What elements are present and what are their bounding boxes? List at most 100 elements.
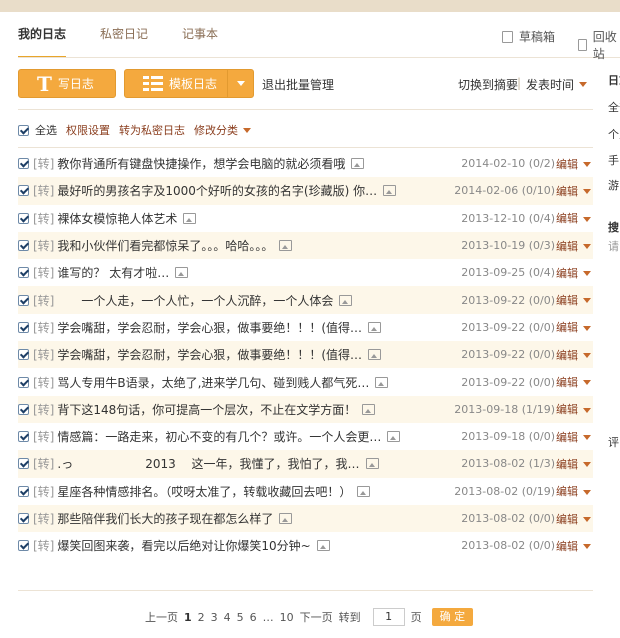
chevron-down-icon[interactable] <box>583 462 591 468</box>
tab-private-diary[interactable]: 私密日记 <box>100 12 148 58</box>
entry-title-link[interactable]: 我和小伙伴们看完都惊呆了。。。哈哈。。。 <box>57 237 273 254</box>
image-icon <box>375 376 389 388</box>
to-private-link[interactable]: 转为私密日志 <box>119 122 185 138</box>
page-1[interactable]: 1 <box>184 611 192 624</box>
entry-title-link[interactable]: 情感篇：一路走来，初心不变的有几个？或许。一个人会更… <box>57 428 381 445</box>
chevron-down-icon[interactable] <box>583 489 591 495</box>
edit-link[interactable]: 编辑 <box>556 483 578 499</box>
chevron-down-icon[interactable] <box>583 216 591 222</box>
entry-checkbox[interactable] <box>18 431 29 443</box>
edit-link[interactable]: 编辑 <box>556 210 578 226</box>
entry-checkbox[interactable] <box>18 158 29 170</box>
edit-link[interactable]: 编辑 <box>556 156 578 172</box>
image-icon <box>368 321 382 333</box>
page-number-input[interactable]: 1 <box>372 608 405 626</box>
entry-checkbox[interactable] <box>18 540 29 552</box>
sidebar-item-mobile[interactable]: 手 <box>608 152 620 168</box>
entry-title-link[interactable]: 谁写的？ 太有才啦… <box>57 264 169 281</box>
entry-checkbox[interactable] <box>18 267 29 279</box>
image-icon <box>279 240 293 252</box>
template-dropdown-toggle[interactable] <box>227 70 253 97</box>
entry-checkbox[interactable] <box>18 485 29 497</box>
exit-batch-manage-link[interactable]: 退出批量管理 <box>262 76 334 93</box>
edit-link[interactable]: 编辑 <box>556 456 578 472</box>
entry-title-link[interactable]: 星座各种情感排名。（哎呀太准了，转载收藏回去吧！） <box>57 483 351 500</box>
entry-checkbox[interactable] <box>18 185 29 197</box>
chevron-down-icon[interactable] <box>583 353 591 359</box>
page-4[interactable]: 4 <box>224 611 231 624</box>
image-icon <box>357 485 371 497</box>
recycle-bin-link[interactable]: 回收站 <box>578 28 620 62</box>
chevron-down-icon[interactable] <box>583 298 591 304</box>
chevron-down-icon[interactable] <box>583 162 591 167</box>
chevron-down-icon[interactable] <box>583 516 591 522</box>
tab-notebook[interactable]: 记事本 <box>182 12 218 58</box>
entry-title-link[interactable]: 学会嘴甜，学会忍耐，学会心狠，做事要绝！！！(值得… <box>57 346 362 363</box>
chevron-down-icon[interactable] <box>583 189 591 195</box>
page-3[interactable]: 3 <box>211 611 218 624</box>
edit-link[interactable]: 编辑 <box>556 511 578 527</box>
entry-checkbox[interactable] <box>18 403 29 415</box>
entry-checkbox[interactable] <box>18 321 29 333</box>
tab-my-blog[interactable]: 我的日志 <box>18 12 67 58</box>
chevron-down-icon[interactable] <box>583 271 591 277</box>
next-page-link[interactable]: 下一页 <box>300 609 333 625</box>
entry-checkbox[interactable] <box>18 349 29 361</box>
edit-link[interactable]: 编辑 <box>556 429 578 445</box>
entry-title-link[interactable]: 教你背通所有键盘快捷操作，想学会电脑的就必须看哦 <box>57 155 345 172</box>
template-blog-button[interactable]: 模板日志 <box>124 69 254 98</box>
entry-title-link[interactable]: 裸体女模惊艳人体艺术 <box>57 210 177 227</box>
edit-link[interactable]: 编辑 <box>556 292 578 308</box>
image-icon <box>362 403 376 415</box>
write-blog-button[interactable]: T 写日志 <box>18 69 116 98</box>
chevron-down-icon[interactable] <box>583 544 591 550</box>
chevron-down-icon[interactable] <box>583 243 591 249</box>
edit-link[interactable]: 编辑 <box>556 401 578 417</box>
entry-title-link[interactable]: 一个人走，一个人忙，一个人沉醉，一个人体会 <box>57 292 333 309</box>
entry-date: 2013-09-18 <box>454 402 519 416</box>
select-all-checkbox[interactable] <box>18 124 29 136</box>
chevron-down-icon[interactable] <box>583 325 591 331</box>
entry-title-link[interactable]: 背下这148句话，你可提高一个层次，不止在文学方面！ <box>57 401 356 418</box>
entry-meta: 2013-09-22 (0/0) <box>461 321 555 334</box>
entry-title-link[interactable]: 最好听的男孩名字及1000个好听的女孩的名字(珍藏版) 你… <box>57 182 377 199</box>
modify-category-link[interactable]: 修改分类 <box>194 122 238 138</box>
chevron-down-icon[interactable] <box>583 380 591 386</box>
entry-title-link[interactable]: 那些陪伴我们长大的孩子现在都怎么样了 <box>57 510 273 527</box>
entry-checkbox[interactable] <box>18 376 29 388</box>
edit-link[interactable]: 编辑 <box>556 319 578 335</box>
entry-checkbox[interactable] <box>18 294 29 306</box>
select-all-label[interactable]: 全选 <box>35 122 57 138</box>
switch-to-summary-link[interactable]: 切换到摘要 <box>458 76 518 93</box>
sidebar-item-personal[interactable]: 个人 <box>608 126 620 142</box>
page-10[interactable]: 10 <box>280 611 294 624</box>
permission-settings-link[interactable]: 权限设置 <box>66 122 110 138</box>
entry-title-link[interactable]: .っ 2013 这一年，我懂了，我怕了，我… <box>57 455 359 472</box>
entry-checkbox[interactable] <box>18 212 29 224</box>
sidebar-item-all[interactable]: 全部 <box>608 99 620 115</box>
chevron-down-icon[interactable] <box>583 434 591 440</box>
chevron-down-icon[interactable] <box>583 407 591 413</box>
entry-checkbox[interactable] <box>18 458 29 470</box>
prev-page-link[interactable]: 上一页 <box>145 609 178 625</box>
sidebar-item-game[interactable]: 游 <box>608 177 620 193</box>
drafts-link[interactable]: 草稿箱 <box>502 28 555 45</box>
page-2[interactable]: 2 <box>198 611 205 624</box>
entry-checkbox[interactable] <box>18 513 29 524</box>
entry-title-link[interactable]: 爆笑回图来袭，看完以后绝对让你爆笑10分钟~ <box>57 537 310 554</box>
entry-title-link[interactable]: 学会嘴甜，学会忍耐，学会心狠，做事要绝！！！(值得… <box>57 319 362 336</box>
edit-link[interactable]: 编辑 <box>556 238 578 254</box>
page-6[interactable]: 6 <box>250 611 257 624</box>
edit-link[interactable]: 编辑 <box>556 538 578 554</box>
confirm-page-button[interactable]: 确 定 <box>431 608 474 626</box>
edit-link[interactable]: 编辑 <box>556 347 578 363</box>
edit-link[interactable]: 编辑 <box>556 265 578 281</box>
entry-checkbox[interactable] <box>18 240 29 252</box>
sort-by-post-time[interactable]: 发表时间 <box>526 76 588 93</box>
page-5[interactable]: 5 <box>237 611 244 624</box>
entry-title-link[interactable]: 骂人专用牛B语录，太绝了,进来学几句、碰到贱人都气死… <box>57 374 369 391</box>
edit-link[interactable]: 编辑 <box>556 374 578 390</box>
edit-link[interactable]: 编辑 <box>556 183 578 199</box>
sidebar-search-input[interactable]: 请 <box>608 238 620 254</box>
entry-date: 2013-08-02 <box>461 457 526 471</box>
